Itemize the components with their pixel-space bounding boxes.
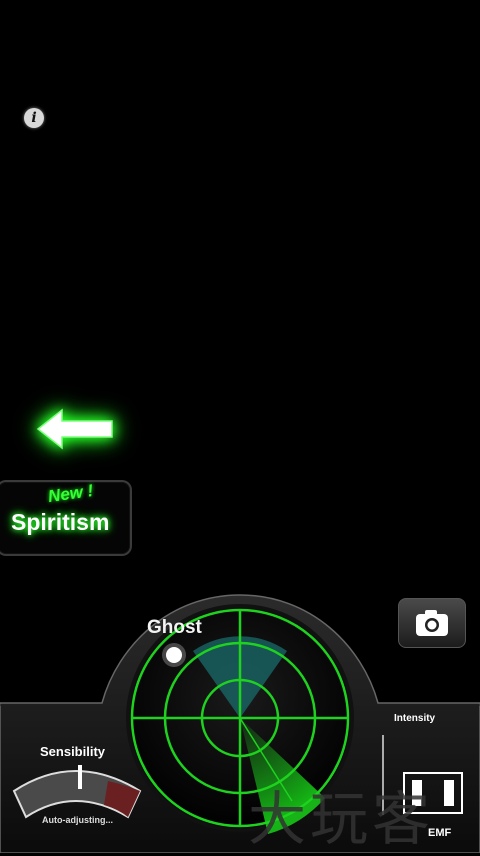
camera-icon <box>416 610 448 636</box>
left-arrow-icon[interactable] <box>36 408 116 450</box>
intensity-label: Intensity <box>394 713 436 724</box>
spiritism-label: Spiritism <box>11 509 110 535</box>
info-icon[interactable]: i <box>24 108 44 128</box>
spiritism-button[interactable]: New ! Spiritism <box>0 480 132 556</box>
sensibility-label: Sensibility <box>40 744 106 759</box>
camera-button[interactable] <box>398 598 466 648</box>
ghost-label: Ghost <box>147 617 202 638</box>
auto-adjusting-label: Auto-adjusting... <box>42 815 113 825</box>
new-badge: New ! <box>46 480 95 507</box>
watermark-text: 大玩客 <box>248 785 435 853</box>
